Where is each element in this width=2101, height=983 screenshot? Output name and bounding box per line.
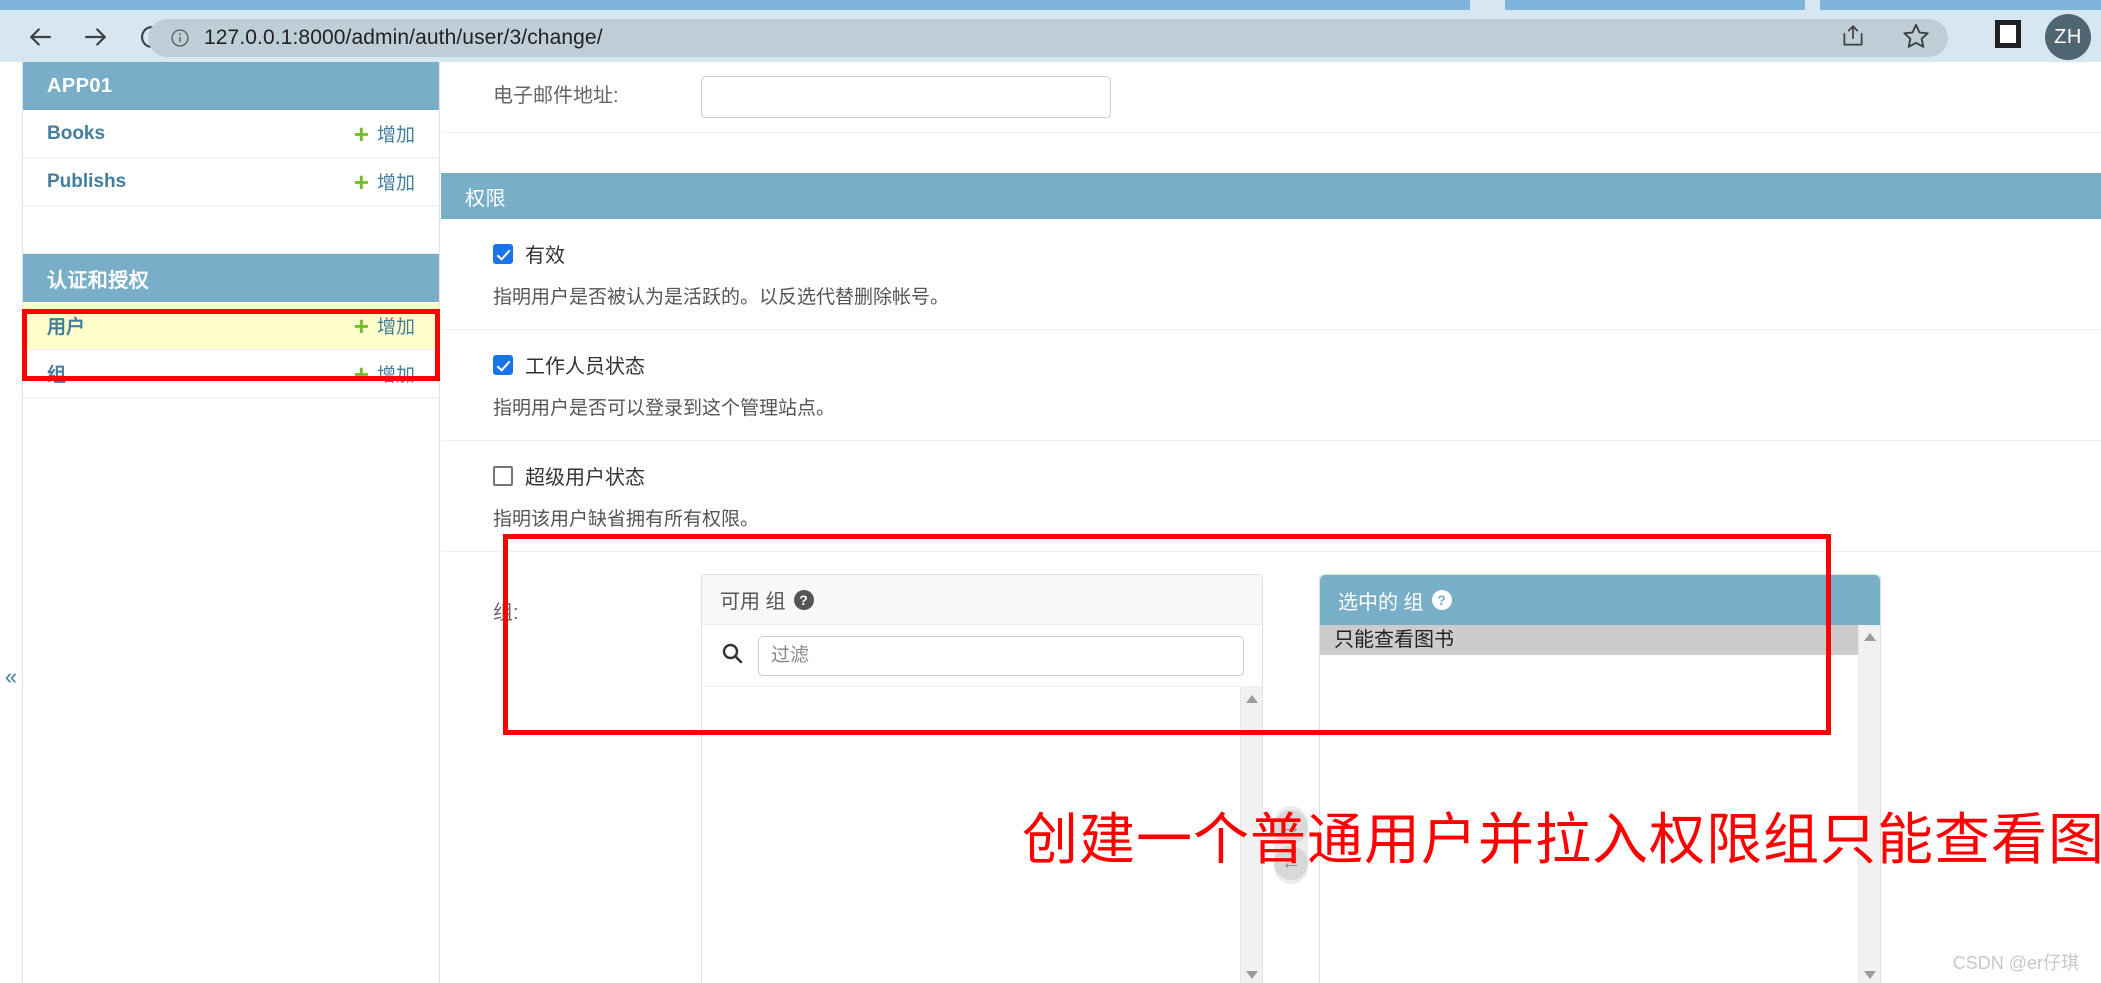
available-groups-title: 可用 组 [720, 591, 786, 613]
checkbox-block-active: 有效 指明用户是否被认为是活跃的。以反选代替删除帐号。 [441, 219, 2101, 329]
profile-avatar[interactable]: ZH [2045, 14, 2091, 60]
superuser-help-text: 指明该用户缺省拥有所有权限。 [493, 509, 760, 530]
back-arrow-icon [30, 27, 52, 46]
sidebar-link-groups[interactable]: 组 [47, 360, 66, 387]
field-row-email: 电子邮件地址: [441, 62, 2101, 132]
sidebar-module-title-auth: 认证和授权 [23, 254, 439, 302]
sidebar-item-publishs[interactable]: Publishs + 增加 [23, 158, 439, 206]
annotation-note: 创建一个普通用户并拉入权限组只能查看图书 [1022, 808, 2101, 871]
site-info-icon[interactable] [170, 28, 190, 48]
scroll-down-icon[interactable] [1864, 971, 1876, 979]
active-checkbox[interactable] [493, 243, 513, 264]
sidebar-module-title-app01: APP01 [23, 62, 439, 110]
sidebar-item-books[interactable]: Books + 增加 [23, 110, 439, 158]
checkbox-block-superuser: 超级用户状态 指明该用户缺省拥有所有权限。 [441, 441, 2101, 551]
forward-button[interactable] [68, 14, 124, 60]
active-label: 有效 [525, 245, 565, 267]
browser-tab-1[interactable] [0, 0, 1470, 10]
plus-icon: + [353, 118, 369, 149]
available-groups-header: 可用 组 ? [702, 575, 1262, 625]
available-groups-box: 可用 组 ? [701, 574, 1263, 983]
chosen-groups-header: 选中的 组 ? [1320, 575, 1880, 625]
search-icon [720, 641, 744, 670]
email-label: 电子邮件地址: [493, 85, 619, 107]
staff-label: 工作人员状态 [525, 356, 645, 378]
back-button[interactable] [12, 14, 68, 60]
sidebar-add-label: 增加 [376, 317, 415, 338]
browser-tab-3[interactable] [1820, 0, 2101, 10]
active-help-text: 指明用户是否被认为是活跃的。以反选代替删除帐号。 [493, 287, 950, 308]
scroll-up-icon[interactable] [1246, 695, 1258, 703]
sidebar-link-books[interactable]: Books [47, 123, 105, 145]
groups-label: 组: [493, 602, 519, 624]
sidebar-add-label: 增加 [376, 173, 415, 194]
chosen-groups-box: 选中的 组 ? 只能查看图书 [1319, 574, 1881, 983]
help-icon[interactable]: ? [793, 589, 814, 610]
browser-tab-2[interactable] [1505, 0, 1805, 10]
email-field[interactable] [701, 76, 1111, 118]
sidebar-add-groups[interactable]: + 增加 [354, 360, 415, 387]
sidebar-add-publishs[interactable]: + 增加 [354, 168, 415, 195]
checkbox-line-superuser[interactable]: 超级用户状态 [493, 461, 2101, 490]
plus-icon: + [353, 166, 369, 197]
extensions-button[interactable] [1995, 20, 2021, 48]
scroll-up-icon[interactable] [1864, 633, 1876, 641]
staff-checkbox[interactable] [493, 354, 513, 375]
forward-arrow-icon [84, 27, 106, 46]
sidebar-spacer [23, 206, 439, 254]
superuser-label: 超级用户状态 [525, 467, 645, 489]
sidebar-add-label: 增加 [376, 125, 415, 146]
tab-strip [0, 0, 2101, 11]
staff-help-text: 指明用户是否可以登录到这个管理站点。 [493, 398, 836, 419]
permissions-section-header: 权限 [441, 173, 2101, 219]
sidebar-item-users[interactable]: 用户 + 增加 [23, 302, 439, 350]
groups-selector: 可用 组 ? 过滤 → ← 选中的 组 ? 只能查看图书 [701, 574, 1881, 983]
url-text: 127.0.0.1:8000/admin/auth/user/3/change/ [204, 26, 603, 49]
sidebar-add-users[interactable]: + 增加 [354, 312, 415, 339]
sidebar-item-groups[interactable]: 组 + 增加 [23, 350, 439, 398]
omnibox-actions [1840, 19, 1930, 57]
superuser-checkbox[interactable] [493, 465, 513, 486]
scroll-down-icon[interactable] [1246, 971, 1258, 979]
share-icon[interactable] [1840, 23, 1866, 54]
plus-icon: + [353, 358, 369, 389]
watermark: CSDN @er仔琪 [1952, 953, 2079, 973]
divider [441, 132, 2101, 133]
list-item[interactable]: 只能查看图书 [1320, 625, 1858, 655]
sidebar-collapse-toggle[interactable]: « [0, 662, 22, 692]
chosen-groups-title: 选中的 组 [1338, 591, 1424, 614]
star-icon[interactable] [1902, 22, 1930, 55]
plus-icon: + [353, 310, 369, 341]
sidebar-add-label: 增加 [376, 365, 415, 386]
sidebar-link-publishs[interactable]: Publishs [47, 171, 126, 193]
checkbox-block-staff: 工作人员状态 指明用户是否可以登录到这个管理站点。 [441, 330, 2101, 440]
admin-sidebar: APP01 Books + 增加 Publishs + 增加 认证和授权 用户 … [22, 62, 440, 983]
sidebar-link-users[interactable]: 用户 [47, 312, 85, 339]
checkbox-line-active[interactable]: 有效 [493, 239, 2101, 268]
available-groups-filter-input[interactable] [758, 635, 1244, 676]
address-bar[interactable]: 127.0.0.1:8000/admin/auth/user/3/change/ [148, 19, 1948, 57]
admin-page: APP01 Books + 增加 Publishs + 增加 认证和授权 用户 … [0, 62, 2101, 983]
help-icon[interactable]: ? [1431, 590, 1452, 610]
sidebar-add-books[interactable]: + 增加 [354, 120, 415, 147]
browser-chrome: 127.0.0.1:8000/admin/auth/user/3/change/… [0, 0, 2101, 62]
checkbox-line-staff[interactable]: 工作人员状态 [493, 350, 2101, 379]
groups-field-row: 组: 可用 组 ? 过滤 → ← 选中的 组 ? 只能查看图书 [441, 552, 2101, 983]
available-filter-bar [702, 625, 1262, 687]
